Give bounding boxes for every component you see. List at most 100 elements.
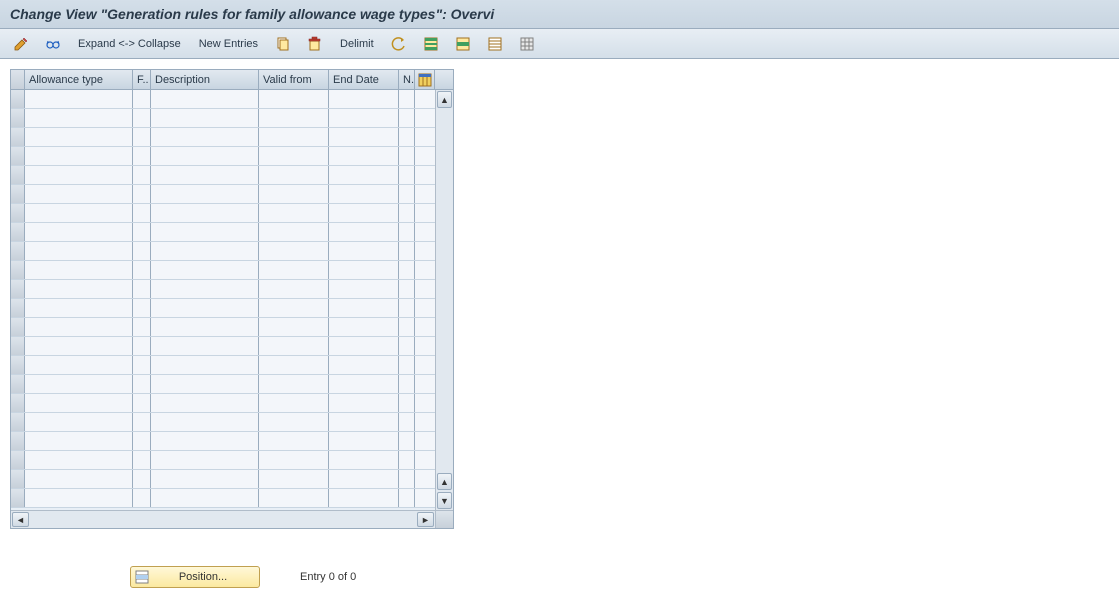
cell-valid-from[interactable] xyxy=(259,318,329,336)
cell-f[interactable] xyxy=(133,432,151,450)
cell-allowance-type[interactable] xyxy=(25,280,133,298)
table-row[interactable] xyxy=(11,280,435,299)
cell-description[interactable] xyxy=(151,90,259,108)
cell-allowance-type[interactable] xyxy=(25,223,133,241)
cell-end-date[interactable] xyxy=(329,489,399,507)
cell-end-date[interactable] xyxy=(329,470,399,488)
hscroll-track[interactable] xyxy=(30,511,416,528)
row-selector[interactable] xyxy=(11,261,25,279)
cell-n[interactable] xyxy=(399,489,415,507)
cell-n[interactable] xyxy=(399,432,415,450)
header-config[interactable] xyxy=(415,70,435,89)
row-selector[interactable] xyxy=(11,204,25,222)
table-row[interactable] xyxy=(11,375,435,394)
cell-description[interactable] xyxy=(151,299,259,317)
cell-n[interactable] xyxy=(399,451,415,469)
select-all-button[interactable] xyxy=(418,34,444,54)
scroll-track[interactable] xyxy=(436,109,453,472)
cell-end-date[interactable] xyxy=(329,242,399,260)
table-settings-button[interactable] xyxy=(514,34,540,54)
cell-description[interactable] xyxy=(151,356,259,374)
cell-end-date[interactable] xyxy=(329,451,399,469)
table-row[interactable] xyxy=(11,299,435,318)
cell-n[interactable] xyxy=(399,147,415,165)
vertical-scrollbar[interactable]: ▲ ▲ ▼ xyxy=(435,90,453,510)
cell-end-date[interactable] xyxy=(329,109,399,127)
cell-valid-from[interactable] xyxy=(259,242,329,260)
delimit-button[interactable]: Delimit xyxy=(334,36,380,52)
cell-f[interactable] xyxy=(133,242,151,260)
table-row[interactable] xyxy=(11,261,435,280)
cell-end-date[interactable] xyxy=(329,299,399,317)
expand-collapse-button[interactable]: Expand <-> Collapse xyxy=(72,36,187,52)
cell-description[interactable] xyxy=(151,432,259,450)
cell-valid-from[interactable] xyxy=(259,413,329,431)
display-button[interactable] xyxy=(40,34,66,54)
cell-end-date[interactable] xyxy=(329,128,399,146)
header-description[interactable]: Description xyxy=(151,70,259,89)
cell-allowance-type[interactable] xyxy=(25,299,133,317)
cell-valid-from[interactable] xyxy=(259,223,329,241)
table-row[interactable] xyxy=(11,337,435,356)
cell-n[interactable] xyxy=(399,337,415,355)
cell-end-date[interactable] xyxy=(329,356,399,374)
cell-end-date[interactable] xyxy=(329,280,399,298)
cell-valid-from[interactable] xyxy=(259,128,329,146)
row-selector[interactable] xyxy=(11,128,25,146)
row-selector[interactable] xyxy=(11,185,25,203)
row-selector[interactable] xyxy=(11,318,25,336)
table-row[interactable] xyxy=(11,128,435,147)
cell-f[interactable] xyxy=(133,90,151,108)
cell-f[interactable] xyxy=(133,337,151,355)
cell-description[interactable] xyxy=(151,166,259,184)
cell-n[interactable] xyxy=(399,394,415,412)
cell-allowance-type[interactable] xyxy=(25,128,133,146)
position-button[interactable]: Position... xyxy=(130,566,260,588)
row-selector[interactable] xyxy=(11,223,25,241)
table-row[interactable] xyxy=(11,489,435,508)
undo-button[interactable] xyxy=(386,34,412,54)
cell-description[interactable] xyxy=(151,223,259,241)
table-row[interactable] xyxy=(11,166,435,185)
cell-valid-from[interactable] xyxy=(259,204,329,222)
deselect-all-button[interactable] xyxy=(482,34,508,54)
cell-n[interactable] xyxy=(399,356,415,374)
cell-end-date[interactable] xyxy=(329,318,399,336)
header-valid-from[interactable]: Valid from xyxy=(259,70,329,89)
cell-f[interactable] xyxy=(133,147,151,165)
cell-valid-from[interactable] xyxy=(259,147,329,165)
row-selector[interactable] xyxy=(11,337,25,355)
header-selector[interactable] xyxy=(11,70,25,89)
cell-n[interactable] xyxy=(399,242,415,260)
cell-n[interactable] xyxy=(399,413,415,431)
cell-f[interactable] xyxy=(133,299,151,317)
cell-description[interactable] xyxy=(151,128,259,146)
cell-description[interactable] xyxy=(151,337,259,355)
cell-valid-from[interactable] xyxy=(259,394,329,412)
cell-f[interactable] xyxy=(133,185,151,203)
change-button[interactable] xyxy=(8,34,34,54)
cell-valid-from[interactable] xyxy=(259,185,329,203)
row-selector[interactable] xyxy=(11,375,25,393)
cell-valid-from[interactable] xyxy=(259,261,329,279)
cell-n[interactable] xyxy=(399,90,415,108)
scroll-down-button[interactable]: ▼ xyxy=(437,492,452,509)
cell-allowance-type[interactable] xyxy=(25,337,133,355)
cell-description[interactable] xyxy=(151,451,259,469)
cell-n[interactable] xyxy=(399,318,415,336)
cell-f[interactable] xyxy=(133,413,151,431)
cell-valid-from[interactable] xyxy=(259,166,329,184)
table-row[interactable] xyxy=(11,185,435,204)
cell-f[interactable] xyxy=(133,223,151,241)
row-selector[interactable] xyxy=(11,451,25,469)
cell-allowance-type[interactable] xyxy=(25,318,133,336)
cell-allowance-type[interactable] xyxy=(25,470,133,488)
table-row[interactable] xyxy=(11,470,435,489)
cell-f[interactable] xyxy=(133,451,151,469)
cell-description[interactable] xyxy=(151,394,259,412)
cell-f[interactable] xyxy=(133,489,151,507)
cell-allowance-type[interactable] xyxy=(25,204,133,222)
cell-end-date[interactable] xyxy=(329,223,399,241)
header-n[interactable]: N. xyxy=(399,70,415,89)
cell-description[interactable] xyxy=(151,375,259,393)
